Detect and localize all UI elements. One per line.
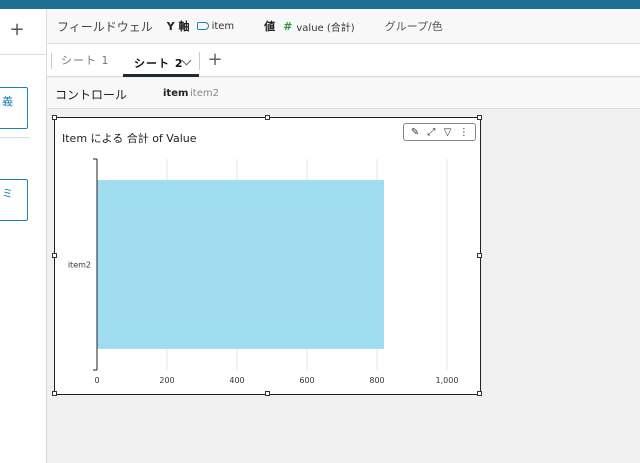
- left-panel-card-label: 義: [2, 95, 13, 108]
- y-tick-label: item2: [68, 261, 91, 270]
- bar-chart: item2 0 200 400 600 800 1,000: [68, 158, 459, 385]
- left-panel: + 義 ミ: [0, 9, 47, 463]
- tab-sheet-1[interactable]: シート 1: [51, 53, 110, 69]
- controls-bar: コントロール item item2: [47, 78, 640, 109]
- bar: [97, 180, 384, 349]
- left-panel-card[interactable]: 義: [0, 87, 28, 129]
- x-tick-label: 800: [369, 376, 384, 385]
- group-color-well[interactable]: グループ/色: [385, 18, 443, 34]
- top-bar: [0, 0, 640, 9]
- field-wells-bar: フィールドウェル Y 軸 item 値 # value (合計) グループ/色: [47, 9, 640, 44]
- x-tick-label: 0: [94, 376, 99, 385]
- visual-container[interactable]: Item による 合計 of Value ✎ ⤢ ▽ ⋮ item2 0 200 40…: [52, 115, 482, 396]
- control-filter-name: item: [163, 88, 189, 99]
- value-field[interactable]: value (合計): [296, 19, 354, 34]
- tab-sheet-2-label: シート 2: [134, 57, 184, 70]
- control-filter-value[interactable]: item2: [190, 88, 219, 99]
- add-sheet-button[interactable]: +: [205, 49, 225, 71]
- divider: [0, 54, 47, 55]
- add-button[interactable]: +: [6, 19, 28, 41]
- left-panel-card-label: ミ: [2, 187, 13, 200]
- x-tick-label: 1,000: [436, 376, 459, 385]
- left-panel-card[interactable]: ミ: [0, 179, 28, 221]
- tab-sheet-2[interactable]: シート 2: [123, 44, 199, 77]
- y-axis-label: Y 軸: [166, 20, 190, 33]
- sheet-tabs: シート 1 シート 2 +: [47, 44, 640, 77]
- x-tick-label: 200: [159, 376, 174, 385]
- measure-icon: #: [283, 19, 293, 33]
- controls-title[interactable]: コントロール: [55, 86, 127, 103]
- field-wells-title[interactable]: フィールドウェル: [57, 18, 153, 35]
- x-tick-label: 600: [299, 376, 314, 385]
- y-axis-field[interactable]: item: [212, 21, 235, 32]
- divider: [0, 137, 30, 138]
- x-tick-label: 400: [229, 376, 244, 385]
- value-label: 値: [264, 20, 276, 33]
- divider: [199, 52, 200, 70]
- dimension-icon: [196, 22, 209, 30]
